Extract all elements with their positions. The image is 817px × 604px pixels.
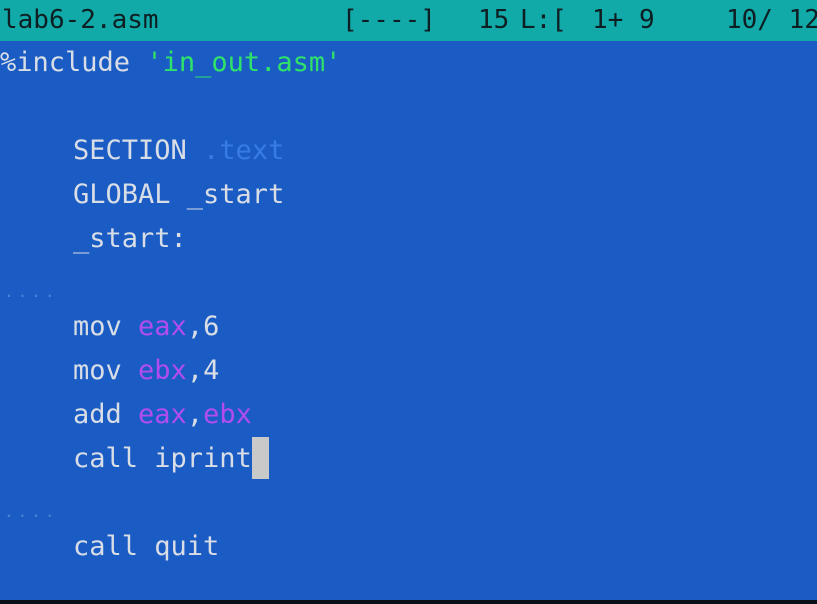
call-iprint-text: call iprint: [73, 443, 252, 474]
add-register-1: eax: [138, 399, 187, 430]
code-line-label[interactable]: _start:: [73, 217, 187, 261]
status-line-label: L:[: [520, 5, 567, 35]
section-name: .text: [203, 135, 285, 166]
tab-marker-2: ....: [4, 502, 59, 521]
status-position: 1+ 9: [592, 5, 655, 35]
code-line-call-quit[interactable]: call quit: [73, 525, 219, 569]
add-separator: ,: [186, 399, 204, 430]
mov-eax-op: mov: [73, 311, 139, 342]
status-filename: lab6-2.asm: [2, 5, 159, 35]
include-directive: %include: [0, 47, 147, 78]
mov-eax-register: eax: [138, 311, 187, 342]
section-keyword: SECTION: [73, 135, 204, 166]
code-line-call-iprint[interactable]: call iprint: [73, 436, 269, 481]
editor-window: lab6-2.asm [----] 15 L:[ 1+ 9 10/ 12 %in…: [0, 0, 817, 604]
include-path: 'in_out.asm': [146, 47, 342, 78]
add-register-2: ebx: [203, 399, 252, 430]
code-line-section[interactable]: SECTION .text: [73, 129, 284, 173]
status-line-count: 10/ 12: [726, 5, 817, 35]
code-line-empty-tab-2[interactable]: ....: [4, 487, 59, 531]
tab-marker: ....: [4, 282, 59, 301]
status-bar: lab6-2.asm [----] 15 L:[ 1+ 9 10/ 12: [0, 0, 817, 41]
code-area[interactable]: %include 'in_out.asm' SECTION .text GLOB…: [0, 41, 817, 604]
code-line-add[interactable]: add eax,ebx: [73, 393, 252, 437]
mov-ebx-operand: ,4: [186, 355, 220, 386]
code-line-include[interactable]: %include 'in_out.asm': [0, 41, 341, 85]
mov-eax-operand: ,6: [186, 311, 220, 342]
code-line-empty-tab-1[interactable]: ....: [4, 267, 59, 311]
screen-bottom-edge: [0, 600, 817, 604]
code-line-global[interactable]: GLOBAL _start: [73, 173, 284, 217]
code-line-mov-ebx[interactable]: mov ebx,4: [73, 349, 219, 393]
status-flags: [----]: [342, 5, 436, 35]
add-op: add: [73, 399, 139, 430]
status-size: 15: [478, 5, 510, 35]
mov-ebx-register: ebx: [138, 355, 187, 386]
text-cursor: [251, 436, 269, 479]
code-line-mov-eax[interactable]: mov eax,6: [73, 305, 219, 349]
mov-ebx-op: mov: [73, 355, 139, 386]
